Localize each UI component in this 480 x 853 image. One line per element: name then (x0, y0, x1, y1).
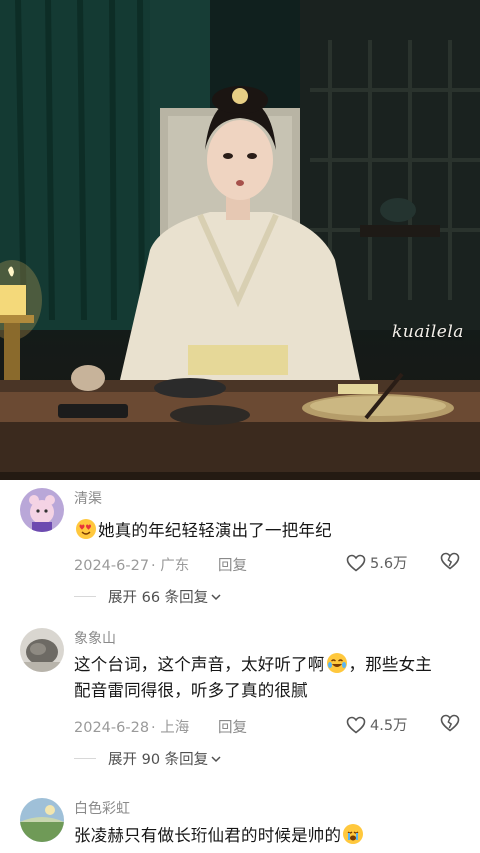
expand-replies-label: 展开 66 条回复 (108, 590, 209, 606)
reply-button[interactable]: 回复 (218, 716, 247, 737)
comment-text: 这个台词，这个声音，太好听了啊 ，那些女主 配音雷同得很，听多了真的很腻 (74, 652, 474, 704)
comment-username[interactable]: 象象山 (74, 628, 116, 648)
like-count: 5.6万 (370, 556, 408, 572)
dislike-button[interactable] (440, 714, 460, 736)
broken-heart-icon (440, 552, 460, 570)
video-player[interactable]: kuailela (0, 0, 480, 480)
avatar[interactable] (20, 628, 64, 672)
reply-button[interactable]: 回复 (218, 554, 247, 575)
comment-text-part: 这个台词，这个声音，太好听了啊 (74, 655, 325, 674)
expand-divider (74, 596, 96, 597)
avatar[interactable] (20, 488, 64, 532)
heart-icon (346, 716, 366, 734)
comment-date: 2024-6-28 (74, 720, 150, 736)
comment-location: 广东 (160, 558, 190, 574)
like-button[interactable]: 4.5万 (346, 714, 408, 735)
comment-text-line: 这个台词，这个声音，太好听了啊 ，那些女主 (74, 652, 474, 678)
dislike-button[interactable] (440, 552, 460, 574)
chevron-down-icon (211, 593, 221, 600)
broken-heart-icon (440, 714, 460, 732)
comment-text: 她真的年纪轻轻演出了一把年纪 (74, 518, 404, 544)
comment-username[interactable]: 白色彩虹 (74, 798, 130, 818)
comment-location: 上海 (160, 720, 190, 736)
like-button[interactable]: 5.6万 (346, 552, 408, 573)
chevron-down-icon (211, 755, 221, 762)
watermark-text: kuailela (392, 322, 464, 342)
comment-list[interactable]: 清渠 她真的年纪轻轻演出了一把年纪 2024-6-27· 广东 回复 5.6万 (0, 480, 480, 853)
comment-text-body: 张凌赫只有做长珩仙君的时候是帅的 (74, 826, 342, 845)
crying-laughing-emoji-icon (326, 653, 347, 673)
comment-text: 张凌赫只有做长珩仙君的时候是帅的 (74, 823, 474, 849)
comment-meta: 2024-6-27 · 广东 (74, 558, 190, 574)
video-frame (0, 0, 480, 480)
expand-divider (74, 758, 96, 759)
comment-text-part: ，那些女主 (348, 655, 432, 674)
sad-crying-emoji-icon (343, 824, 364, 844)
comment-text-line: 配音雷同得很，听多了真的很腻 (74, 681, 308, 700)
comment-date: 2024-6-27 (74, 558, 150, 574)
heart-icon (346, 554, 366, 572)
like-count: 4.5万 (370, 718, 408, 734)
expand-replies-button[interactable]: 展开 90 条回复 (74, 748, 221, 769)
avatar[interactable] (20, 798, 64, 842)
heart-eyes-emoji-icon (76, 519, 96, 539)
comment-meta: 2024-6-28 · 上海 (74, 720, 190, 736)
expand-replies-label: 展开 90 条回复 (108, 752, 209, 768)
comment-text-body: 她真的年纪轻轻演出了一把年纪 (98, 521, 332, 540)
comment-username[interactable]: 清渠 (74, 488, 102, 508)
expand-replies-button[interactable]: 展开 66 条回复 (74, 586, 221, 607)
